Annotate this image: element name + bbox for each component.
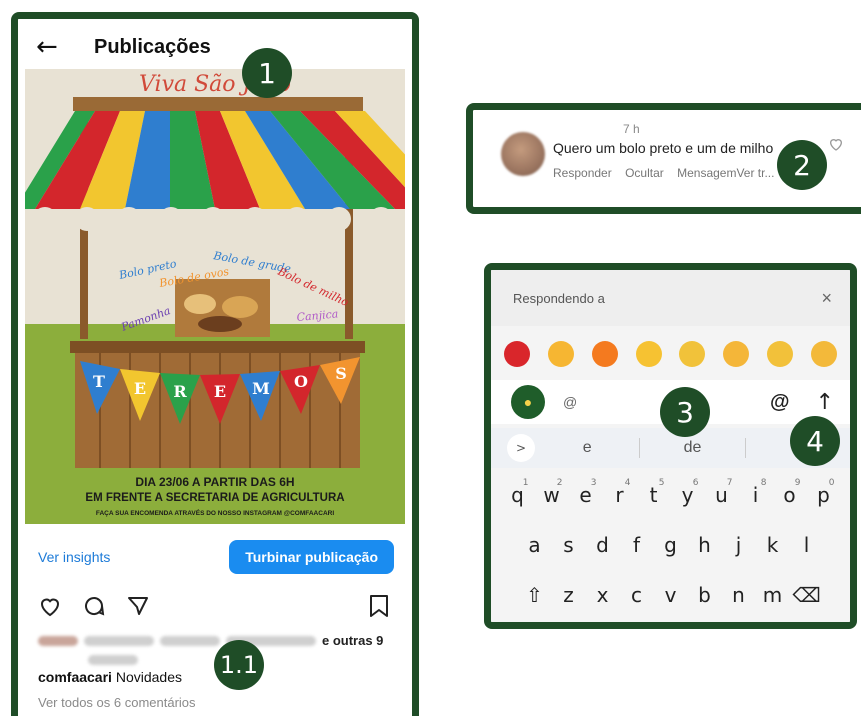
replying-bar: Respondendo a × — [491, 270, 850, 326]
key-w[interactable]: w2 — [535, 474, 569, 516]
caption-text: Novidades — [115, 669, 182, 685]
emoji-6[interactable] — [723, 341, 750, 367]
chevron-right-icon[interactable]: > — [507, 434, 535, 462]
key-e[interactable]: e3 — [569, 474, 603, 516]
emoji-7[interactable] — [767, 341, 794, 367]
suggestion-2[interactable]: de — [640, 439, 744, 457]
comment-text: Quero um bolo preto e um de milho — [553, 140, 774, 156]
key-p[interactable]: p0 — [807, 474, 841, 516]
avatar[interactable] — [501, 132, 545, 176]
key-t[interactable]: t5 — [637, 474, 671, 516]
key-j[interactable]: j — [722, 524, 756, 566]
keyboard-row-1: q1w2e3r4t5y6u7i8o9p0 — [491, 474, 850, 516]
comment-time: 7 h — [623, 122, 640, 136]
key-h[interactable]: h — [688, 524, 722, 566]
reply-input[interactable]: @ — [563, 394, 577, 410]
key-m[interactable]: m — [756, 574, 790, 616]
share-icon[interactable] — [126, 594, 150, 618]
key-i[interactable]: i8 — [739, 474, 773, 516]
svg-text:E: E — [214, 382, 226, 401]
page-title: Publicações — [94, 35, 211, 58]
key-l[interactable]: l — [790, 524, 824, 566]
heart-icon[interactable] — [828, 136, 844, 152]
key-d[interactable]: d — [586, 524, 620, 566]
comment-icon[interactable] — [82, 594, 106, 618]
svg-text:T: T — [93, 372, 105, 391]
key-a[interactable]: a — [518, 524, 552, 566]
key-r[interactable]: r4 — [603, 474, 637, 516]
emoji-4[interactable] — [635, 341, 662, 367]
keyboard-row-3: ⇧ z x c v b n m ⌫ — [491, 574, 850, 616]
key-s[interactable]: s — [552, 524, 586, 566]
step-badge-1-1: 1.1 — [214, 640, 264, 690]
top-bar: ← Publicações — [18, 19, 412, 75]
post-image[interactable]: Viva São João Bolo preto Bolo de ovos Bo… — [25, 69, 405, 524]
key-z[interactable]: z — [552, 574, 586, 616]
caption: comfaacari Novidades — [38, 669, 182, 685]
svg-text:O: O — [294, 372, 308, 391]
key-backspace[interactable]: ⌫ — [790, 574, 824, 616]
svg-text:S: S — [335, 364, 347, 383]
replying-label: Respondendo a — [513, 290, 605, 306]
view-insights-link[interactable]: Ver insights — [38, 549, 110, 565]
svg-text:M: M — [252, 379, 270, 398]
key-k[interactable]: k — [756, 524, 790, 566]
blurred-text — [88, 655, 138, 665]
key-v[interactable]: v — [654, 574, 688, 616]
heart-icon[interactable] — [38, 594, 62, 618]
key-x[interactable]: x — [586, 574, 620, 616]
key-c[interactable]: c — [620, 574, 654, 616]
festa-junina-poster: Viva São João Bolo preto Bolo de ovos Bo… — [25, 69, 405, 524]
svg-text:R: R — [173, 382, 187, 401]
mention-key[interactable]: @ — [770, 391, 790, 414]
svg-text:E: E — [134, 379, 146, 398]
svg-text:EM FRENTE A SECRETARIA DE AGRI: EM FRENTE A SECRETARIA DE AGRICULTURA — [85, 492, 344, 504]
view-all-comments-link[interactable]: Ver todos os 6 comentários — [38, 695, 196, 710]
step-badge-3: 3 — [660, 387, 710, 437]
likes-line[interactable]: e outras 9 — [38, 633, 398, 648]
blurred-text — [84, 635, 154, 646]
liker-avatars — [38, 635, 78, 646]
blurred-text — [160, 635, 220, 646]
emoji-1[interactable] — [503, 341, 530, 367]
send-arrow-icon[interactable]: ↑ — [816, 390, 834, 415]
key-u[interactable]: u7 — [705, 474, 739, 516]
message-button[interactable]: MensagemVer tr... — [677, 166, 774, 180]
awning — [25, 111, 405, 209]
hide-button[interactable]: Ocultar — [625, 166, 664, 180]
key-g[interactable]: g — [654, 524, 688, 566]
keyboard-row-2: asdfghjkl — [491, 524, 850, 566]
emoji-5[interactable] — [679, 341, 706, 367]
emoji-3[interactable] — [591, 341, 618, 367]
likes-count: e outras 9 — [322, 633, 384, 648]
back-arrow-icon[interactable]: ← — [36, 32, 76, 62]
profile-avatar: ● — [511, 385, 545, 419]
emoji-8[interactable] — [811, 341, 838, 367]
step-badge-2: 2 — [777, 140, 827, 190]
emoji-2[interactable] — [547, 341, 574, 367]
suggestion-1[interactable]: e — [535, 439, 639, 457]
key-y[interactable]: y6 — [671, 474, 705, 516]
close-icon[interactable]: × — [821, 288, 832, 309]
insights-row: Ver insights Turbinar publicação — [18, 529, 412, 585]
reply-button[interactable]: Responder — [553, 166, 612, 180]
svg-text:FAÇA SUA ENCOMENDA ATRAVÉS DO: FAÇA SUA ENCOMENDA ATRAVÉS DO NOSSO INST… — [96, 508, 334, 517]
post-panel: ← Publicações Viva São João Bolo preto B… — [11, 12, 419, 716]
step-badge-1: 1 — [242, 48, 292, 98]
key-b[interactable]: b — [688, 574, 722, 616]
key-o[interactable]: o9 — [773, 474, 807, 516]
boost-post-button[interactable]: Turbinar publicação — [229, 540, 394, 574]
emoji-bar — [491, 332, 850, 376]
key-shift[interactable]: ⇧ — [518, 574, 552, 616]
svg-text:DIA 23/06 A PARTIR DAS 6H: DIA 23/06 A PARTIR DAS 6H — [135, 475, 294, 489]
comment-actions: Responder Ocultar MensagemVer tr... — [553, 166, 784, 180]
key-f[interactable]: f — [620, 524, 654, 566]
bookmark-icon[interactable] — [368, 594, 390, 618]
post-actions — [38, 591, 390, 621]
caption-user[interactable]: comfaacari — [38, 669, 112, 685]
key-q[interactable]: q1 — [501, 474, 535, 516]
step-badge-4: 4 — [790, 416, 840, 466]
key-n[interactable]: n — [722, 574, 756, 616]
